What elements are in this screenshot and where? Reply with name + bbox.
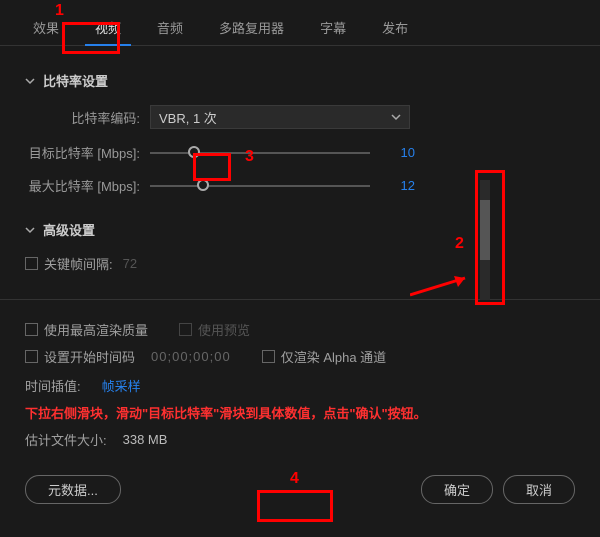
tab-publish[interactable]: 发布: [364, 10, 426, 45]
max-bitrate-label: 最大比特率 [Mbps]:: [25, 176, 150, 195]
max-render-checkbox[interactable]: [25, 323, 38, 336]
target-bitrate-slider[interactable]: [150, 152, 370, 154]
target-bitrate-value[interactable]: 10: [385, 145, 415, 160]
estimate-value: 338 MB: [123, 432, 168, 447]
ok-button[interactable]: 确定: [421, 475, 493, 504]
scrollbar-thumb[interactable]: [480, 200, 490, 260]
max-bitrate-slider[interactable]: [150, 185, 370, 187]
tab-video[interactable]: 视频: [77, 10, 139, 45]
slider-handle-icon[interactable]: [188, 146, 200, 158]
target-bitrate-label: 目标比特率 [Mbps]:: [25, 143, 150, 162]
instruction-text: 下拉右侧滑块，滑动"目标比特率"滑块到具体数值，点击"确认"按钮。: [25, 403, 575, 422]
max-bitrate-value[interactable]: 12: [385, 178, 415, 193]
timecode-label: 设置开始时间码: [44, 347, 135, 366]
keyframe-label: 关键帧间隔:: [44, 254, 113, 273]
tab-audio[interactable]: 音频: [139, 10, 201, 45]
bitrate-title: 比特率设置: [43, 71, 108, 90]
scrollbar[interactable]: [480, 180, 490, 300]
tab-mux[interactable]: 多路复用器: [201, 10, 302, 45]
tab-effects[interactable]: 效果: [15, 10, 77, 45]
time-interp-value[interactable]: 帧采样: [102, 376, 141, 395]
time-interp-label: 时间插值:: [25, 376, 81, 395]
encoding-label: 比特率编码:: [25, 108, 150, 127]
estimate-label: 估计文件大小:: [25, 430, 107, 449]
chevron-down-icon: [391, 110, 401, 125]
tab-captions[interactable]: 字幕: [302, 10, 364, 45]
metadata-button[interactable]: 元数据...: [25, 475, 121, 504]
alpha-checkbox[interactable]: [262, 350, 275, 363]
advanced-title: 高级设置: [43, 220, 95, 239]
chevron-down-icon: [25, 76, 35, 86]
encoding-select[interactable]: VBR, 1 次: [150, 105, 410, 129]
bitrate-section-header[interactable]: 比特率设置: [25, 71, 575, 90]
advanced-section-header[interactable]: 高级设置: [25, 220, 575, 239]
encoding-value: VBR, 1 次: [159, 108, 217, 127]
alpha-label: 仅渲染 Alpha 通道: [281, 347, 386, 366]
slider-handle-icon[interactable]: [197, 179, 209, 191]
preview-checkbox[interactable]: [179, 323, 192, 336]
max-render-label: 使用最高渲染质量: [44, 320, 148, 339]
preview-label: 使用预览: [198, 320, 250, 339]
chevron-down-icon: [25, 225, 35, 235]
cancel-button[interactable]: 取消: [503, 475, 575, 504]
keyframe-checkbox[interactable]: [25, 257, 38, 270]
timecode-value: 00;00;00;00: [151, 349, 231, 364]
timecode-checkbox[interactable]: [25, 350, 38, 363]
keyframe-value: 72: [123, 256, 137, 271]
